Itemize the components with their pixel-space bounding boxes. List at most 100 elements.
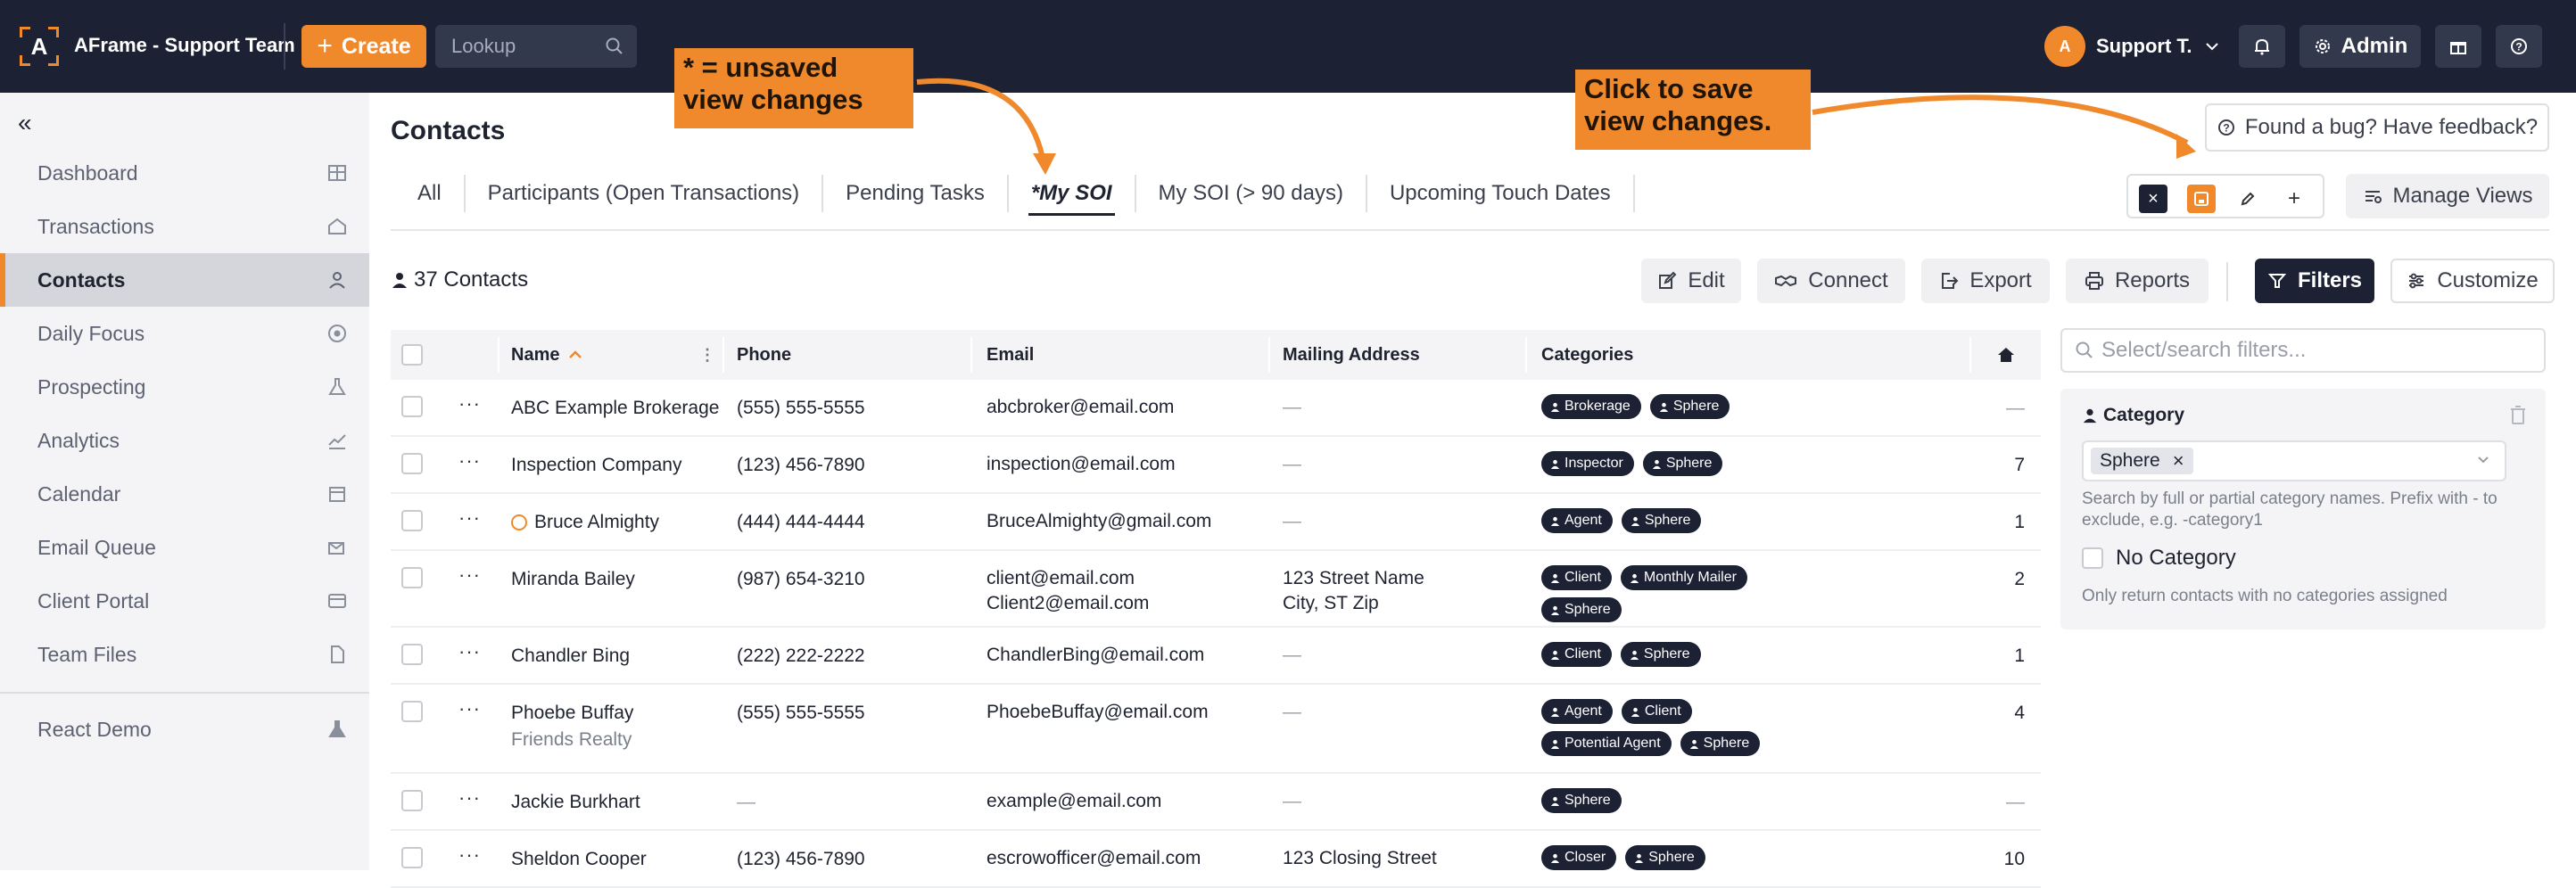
user-menu[interactable]: A Support T. [2044, 25, 2221, 68]
table-row[interactable]: ··· Chandler Bing (222) 222-2222 ChandlerBi… [391, 628, 2041, 685]
tab-my-soi[interactable]: *My SOI [1009, 175, 1136, 216]
row-actions-icon[interactable]: ··· [458, 697, 481, 720]
email-address[interactable]: Client2@email.com [987, 591, 1149, 616]
table-row[interactable]: ··· Sheldon Cooper (123) 456-7890 escrowoff… [391, 831, 2041, 888]
column-header-email[interactable]: Email [987, 330, 1034, 380]
tab-all[interactable]: All [391, 175, 466, 212]
customize-button[interactable]: Customize [2390, 259, 2555, 303]
cell-name[interactable]: Bruce Almighty [511, 512, 725, 533]
lookup-search[interactable] [435, 25, 637, 68]
cell-name[interactable]: Inspection Company [511, 455, 725, 476]
email-address[interactable]: abcbroker@email.com [987, 395, 1174, 420]
sidebar-item-client-portal[interactable]: Client Portal [0, 574, 369, 628]
contact-name[interactable]: Sheldon Cooper [511, 849, 647, 869]
column-header-categories[interactable]: Categories [1541, 330, 1633, 380]
tab-my-soi-90-days[interactable]: My SOI (> 90 days) [1136, 175, 1367, 212]
table-row[interactable]: ··· Inspection Company (123) 456-7890 inspe… [391, 437, 2041, 494]
edit-view-button[interactable] [2233, 185, 2262, 213]
column-header-phone[interactable]: Phone [737, 330, 791, 380]
sidebar-item-calendar[interactable]: Calendar [0, 467, 369, 521]
sidebar-item-analytics[interactable]: Analytics [0, 414, 369, 467]
contact-name[interactable]: Chandler Bing [511, 645, 630, 666]
cell-name[interactable]: Phoebe Buffay Friends Realty [511, 703, 725, 751]
column-header-home[interactable] [1996, 330, 2016, 380]
trash-icon[interactable] [2508, 405, 2528, 426]
sidebar-item-contacts[interactable]: Contacts [0, 253, 369, 307]
table-row[interactable]: ··· Jackie Burkhart — example@email.com — Sph… [391, 774, 2041, 831]
sidebar-item-transactions[interactable]: Transactions [0, 200, 369, 253]
column-header-mailing-address[interactable]: Mailing Address [1283, 330, 1420, 380]
discard-view-button[interactable]: × [2139, 185, 2167, 213]
cell-name[interactable]: Miranda Bailey [511, 569, 725, 590]
add-view-button[interactable]: + [2280, 185, 2308, 213]
row-actions-icon[interactable]: ··· [458, 640, 481, 663]
feedback-button[interactable]: ? Found a bug? Have feedback? [2205, 103, 2549, 152]
email-address[interactable]: client@email.com [987, 566, 1149, 591]
no-category-option[interactable]: No Category [2082, 546, 2236, 571]
row-checkbox[interactable] [401, 567, 423, 588]
category-select[interactable]: Sphere × [2082, 440, 2506, 481]
row-checkbox[interactable] [401, 644, 423, 665]
select-all-checkbox[interactable] [401, 344, 423, 366]
row-checkbox[interactable] [401, 453, 423, 474]
tab-participants[interactable]: Participants (Open Transactions) [466, 175, 824, 212]
contact-name[interactable]: Bruce Almighty [534, 512, 659, 532]
export-button[interactable]: Export [1921, 259, 2050, 303]
cell-name[interactable]: Chandler Bing [511, 645, 725, 667]
row-actions-icon[interactable]: ··· [458, 392, 481, 415]
notifications-button[interactable] [2239, 25, 2285, 68]
contact-name[interactable]: Miranda Bailey [511, 569, 635, 589]
contact-name[interactable]: Phoebe Buffay [511, 703, 633, 723]
tab-upcoming-touch-dates[interactable]: Upcoming Touch Dates [1367, 175, 1635, 212]
edit-button[interactable]: Edit [1641, 259, 1741, 303]
aframe-logo[interactable]: A [20, 27, 59, 66]
sidebar-item-react-demo[interactable]: React Demo [0, 703, 369, 756]
collapse-sidebar-icon[interactable]: « [18, 109, 32, 137]
remove-chip-icon[interactable]: × [2173, 449, 2184, 473]
table-row[interactable]: ··· Bruce Almighty (444) 444-4444 BruceAlmi… [391, 494, 2041, 551]
sidebar-item-daily-focus[interactable]: Daily Focus [0, 307, 369, 360]
sidebar-item-email-queue[interactable]: Email Queue [0, 521, 369, 574]
help-button[interactable]: ? [2496, 25, 2542, 68]
gift-button[interactable] [2435, 25, 2481, 68]
table-row[interactable]: ··· Miranda Bailey (987) 654-3210 client@em… [391, 551, 2041, 628]
tab-pending-tasks[interactable]: Pending Tasks [823, 175, 1009, 212]
contact-name[interactable]: Jackie Burkhart [511, 792, 640, 812]
column-header-name[interactable]: Name [511, 330, 584, 380]
create-button[interactable]: + Create [301, 25, 426, 68]
admin-button[interactable]: Admin [2299, 25, 2421, 68]
column-menu-icon[interactable]: ⋮ [699, 330, 715, 380]
cell-name[interactable]: Jackie Burkhart [511, 792, 725, 813]
email-address[interactable]: inspection@email.com [987, 452, 1176, 477]
sidebar-item-team-files[interactable]: Team Files [0, 628, 369, 681]
row-checkbox[interactable] [401, 701, 423, 722]
reports-button[interactable]: Reports [2066, 259, 2209, 303]
contact-name[interactable]: Inspection Company [511, 455, 681, 475]
filter-search-input[interactable] [2100, 330, 2537, 371]
row-checkbox[interactable] [401, 510, 423, 531]
email-address[interactable]: example@email.com [987, 789, 1161, 814]
sidebar-item-dashboard[interactable]: Dashboard [0, 146, 369, 200]
no-category-checkbox[interactable] [2082, 547, 2103, 569]
email-address[interactable]: PhoebeBuffay@email.com [987, 700, 1209, 725]
email-address[interactable]: ChandlerBing@email.com [987, 643, 1204, 668]
cell-name[interactable]: ABC Example Brokerage [511, 398, 725, 419]
row-checkbox[interactable] [401, 847, 423, 868]
row-actions-icon[interactable]: ··· [458, 843, 481, 867]
email-address[interactable]: BruceAlmighty@gmail.com [987, 509, 1211, 534]
email-address[interactable]: escrowofficer@email.com [987, 846, 1201, 871]
table-row[interactable]: ··· Phoebe Buffay Friends Realty (555) 555-… [391, 685, 2041, 774]
row-checkbox[interactable] [401, 790, 423, 811]
connect-button[interactable]: Connect [1757, 259, 1905, 303]
contact-name[interactable]: ABC Example Brokerage [511, 398, 719, 418]
row-checkbox[interactable] [401, 396, 423, 417]
lookup-input[interactable] [435, 25, 605, 68]
row-actions-icon[interactable]: ··· [458, 449, 481, 473]
manage-views-button[interactable]: Manage Views [2346, 174, 2549, 218]
row-actions-icon[interactable]: ··· [458, 786, 481, 810]
table-row[interactable]: ··· ABC Example Brokerage (555) 555-5555 ab… [391, 380, 2041, 437]
row-actions-icon[interactable]: ··· [458, 563, 481, 587]
save-view-button[interactable] [2187, 185, 2216, 213]
filter-search[interactable] [2060, 328, 2546, 373]
cell-name[interactable]: Sheldon Cooper [511, 849, 725, 870]
